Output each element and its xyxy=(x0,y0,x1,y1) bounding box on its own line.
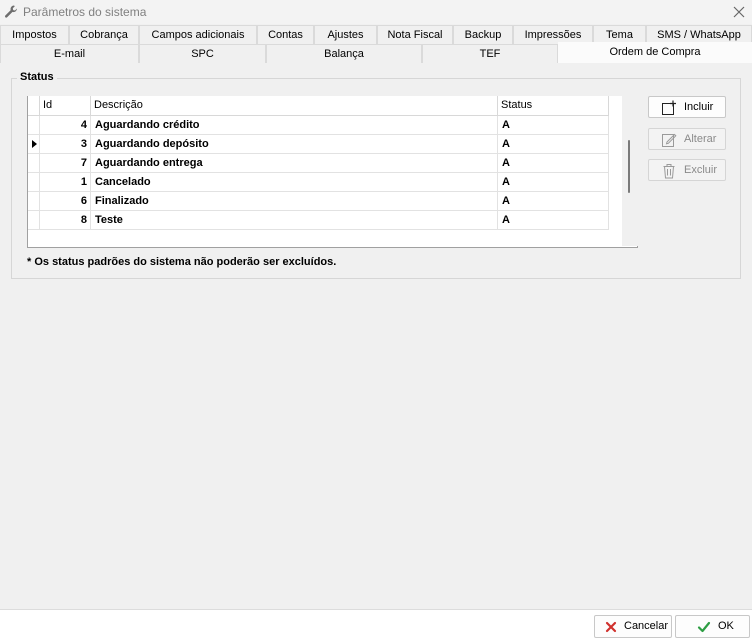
alterar-label: Alterar xyxy=(684,133,717,145)
cell-descricao: Aguardando crédito xyxy=(91,116,498,135)
tab-contas[interactable]: Contas xyxy=(257,25,314,44)
tab-email[interactable]: E-mail xyxy=(0,44,139,63)
cell-status: A xyxy=(498,135,609,154)
grid-header: Id Descrição Status xyxy=(28,96,609,116)
add-document-icon xyxy=(662,100,676,115)
ok-button[interactable]: OK xyxy=(675,615,750,638)
tab-ordem-de-compra[interactable]: Ordem de Compra xyxy=(558,42,752,64)
row-indicator xyxy=(28,192,40,211)
close-icon[interactable] xyxy=(730,3,748,21)
cell-status: A xyxy=(498,154,609,173)
excluir-label: Excluir xyxy=(684,164,718,176)
red-x-icon xyxy=(605,621,617,633)
tab-campos-adicionais[interactable]: Campos adicionais xyxy=(139,25,257,44)
cell-descricao: Aguardando entrega xyxy=(91,154,498,173)
edit-icon xyxy=(662,133,677,147)
tab-spc[interactable]: SPC xyxy=(139,44,266,63)
current-row-arrow-icon xyxy=(32,140,37,148)
row-indicator xyxy=(28,154,40,173)
row-indicator xyxy=(28,211,40,230)
tab-ajustes[interactable]: Ajustes xyxy=(314,25,377,44)
title-bar: Parâmetros do sistema xyxy=(0,0,752,24)
scrollbar-thumb[interactable] xyxy=(628,140,630,193)
column-header-descricao[interactable]: Descrição xyxy=(91,96,498,116)
table-row[interactable]: 4 Aguardando crédito A xyxy=(28,116,609,135)
ok-label: OK xyxy=(718,620,734,632)
tab-balanca[interactable]: Balança xyxy=(266,44,422,63)
green-check-icon xyxy=(697,621,711,633)
wrench-icon xyxy=(4,5,18,18)
table-row[interactable]: 8 Teste A xyxy=(28,211,609,230)
cell-status: A xyxy=(498,173,609,192)
cell-descricao: Aguardando depósito xyxy=(91,135,498,154)
incluir-label: Incluir xyxy=(684,101,714,113)
window-title: Parâmetros do sistema xyxy=(23,5,147,19)
cell-descricao: Cancelado xyxy=(91,173,498,192)
indicator-column-header xyxy=(28,96,40,116)
tab-impostos[interactable]: Impostos xyxy=(0,25,69,44)
cancel-button[interactable]: Cancelar xyxy=(594,615,672,638)
tab-tef[interactable]: TEF xyxy=(422,44,558,63)
alterar-button[interactable]: Alterar xyxy=(648,128,726,150)
grid-body: Id Descrição Status 4 Aguardando crédito… xyxy=(28,96,609,230)
cell-status: A xyxy=(498,116,609,135)
cell-descricao: Finalizado xyxy=(91,192,498,211)
row-indicator xyxy=(28,173,40,192)
cell-descricao: Teste xyxy=(91,211,498,230)
table-row[interactable]: 1 Cancelado A xyxy=(28,173,609,192)
cell-id: 7 xyxy=(40,154,91,173)
excluir-button[interactable]: Excluir xyxy=(648,159,726,181)
incluir-button[interactable]: Incluir xyxy=(648,96,726,118)
table-row[interactable]: 3 Aguardando depósito A xyxy=(28,135,609,154)
dialog-footer: Cancelar OK xyxy=(0,609,752,642)
cell-status: A xyxy=(498,211,609,230)
tab-row-2: E-mail SPC Balança TEF Ordem de Compra xyxy=(0,42,752,64)
row-indicator xyxy=(28,116,40,135)
cell-id: 4 xyxy=(40,116,91,135)
row-indicator xyxy=(28,135,40,154)
cell-id: 8 xyxy=(40,211,91,230)
tab-cobranca[interactable]: Cobrança xyxy=(69,25,139,44)
cancel-label: Cancelar xyxy=(624,620,669,632)
column-header-id[interactable]: Id xyxy=(40,96,91,116)
trash-icon xyxy=(663,164,675,179)
grid-vertical-scrollbar[interactable] xyxy=(622,96,638,246)
table-row[interactable]: 6 Finalizado A xyxy=(28,192,609,211)
status-footnote: * Os status padrões do sistema não poder… xyxy=(27,256,337,268)
tab-nota-fiscal[interactable]: Nota Fiscal xyxy=(377,25,453,44)
status-group-legend: Status xyxy=(17,71,57,83)
column-header-status[interactable]: Status xyxy=(498,96,609,116)
status-grid[interactable]: Id Descrição Status 4 Aguardando crédito… xyxy=(27,96,638,248)
cell-id: 6 xyxy=(40,192,91,211)
cell-id: 3 xyxy=(40,135,91,154)
table-row[interactable]: 7 Aguardando entrega A xyxy=(28,154,609,173)
cell-id: 1 xyxy=(40,173,91,192)
tab-backup[interactable]: Backup xyxy=(453,25,513,44)
cell-status: A xyxy=(498,192,609,211)
